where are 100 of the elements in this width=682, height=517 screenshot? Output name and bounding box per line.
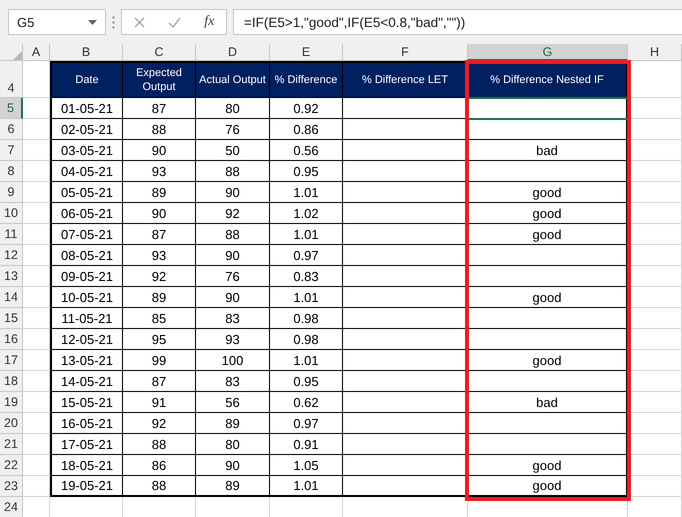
table-cell: 0.86 [270,119,343,140]
table-cell: good [468,203,628,224]
column-header[interactable]: E [270,44,343,61]
table-cell: bad [468,392,628,413]
table-cell: 0.91 [270,434,343,455]
table-cell: 11-05-21 [50,308,123,329]
table-cell: 02-05-21 [50,119,123,140]
table-cell: 03-05-21 [50,140,123,161]
table-cell: 88 [196,224,270,245]
table-cell: 1.01 [270,182,343,203]
table-cell: 90 [123,140,196,161]
column-header[interactable]: C [123,44,196,61]
table-cell: 12-05-21 [50,329,123,350]
table-cell: 76 [196,266,270,287]
table-cell: 0.95 [270,161,343,182]
table-cell: 89 [123,182,196,203]
table-cell: 16-05-21 [50,413,123,434]
table-cell: 83 [196,308,270,329]
row-header[interactable]: 20 [0,413,23,434]
table-cell: 0.97 [270,245,343,266]
row-header[interactable]: 17 [0,350,23,371]
table-cell: 0.98 [270,329,343,350]
row-header[interactable]: 8 [0,161,23,182]
row-header[interactable]: 5 [0,98,23,119]
table-cell: 0.92 [270,98,343,119]
table-cell: good [468,455,628,476]
column-header[interactable]: F [343,44,468,61]
table-cell: 87 [123,224,196,245]
table-cell: 0.83 [270,266,343,287]
cell-reference: G5 [17,14,34,30]
table-cell: 89 [196,476,270,497]
table-cell: 0.56 [270,140,343,161]
table-cell: 0.98 [270,308,343,329]
row-header[interactable]: 15 [0,308,23,329]
table-cell: 92 [123,413,196,434]
insert-function-button[interactable]: fx [204,14,214,30]
table-cell: 13-05-21 [50,350,123,371]
table-cell: good [468,350,628,371]
table-cell: 05-05-21 [50,182,123,203]
row-header[interactable]: 24 [0,497,23,517]
table-cell: 80 [196,434,270,455]
row-header[interactable]: 6 [0,119,23,140]
table-cell: 90 [123,203,196,224]
table-header-cell: Expected Output [123,61,196,98]
table-cell: 06-05-21 [50,203,123,224]
row-header[interactable]: 7 [0,140,23,161]
row-header[interactable]: 14 [0,287,23,308]
row-header[interactable]: 11 [0,224,23,245]
column-header[interactable]: H [628,44,682,61]
table-cell: 08-05-21 [50,245,123,266]
table-cell: 19-05-21 [50,476,123,497]
table-cell: 88 [123,119,196,140]
table-cell: 1.01 [270,224,343,245]
row-header[interactable]: 21 [0,434,23,455]
table-cell: 01-05-21 [50,98,123,119]
table-cell: 93 [196,329,270,350]
table-cell: 85 [123,308,196,329]
row-header[interactable]: 4 [0,61,23,98]
table-cell: 76 [196,119,270,140]
row-header[interactable]: 16 [0,329,23,350]
column-header[interactable]: B [50,44,123,61]
row-header[interactable]: 23 [0,476,23,497]
column-header[interactable]: A [23,44,50,61]
table-header-cell: Actual Output [196,61,270,98]
table-cell: good [468,287,628,308]
table-cell: 99 [123,350,196,371]
column-header[interactable]: G [468,44,628,61]
table-cell: good [468,476,628,497]
table-cell: 92 [123,266,196,287]
table-cell: 04-05-21 [50,161,123,182]
table-cell: 88 [123,476,196,497]
table-cell: 0.97 [270,413,343,434]
table-cell: 83 [196,371,270,392]
formula-field[interactable]: =IF(E5>1,"good",IF(E5<0.8,"bad","")) [233,9,682,35]
table-cell: 90 [196,182,270,203]
name-box[interactable]: G5 [8,9,106,35]
table-cell: 50 [196,140,270,161]
table-cell: 90 [196,455,270,476]
table-cell: 1.01 [270,476,343,497]
table-cell: 89 [196,413,270,434]
table-cell: 95 [123,329,196,350]
table-header-cell: % Difference LET [343,61,468,98]
table-cell: 0.95 [270,371,343,392]
table-cell: 18-05-21 [50,455,123,476]
row-header[interactable]: 10 [0,203,23,224]
row-header[interactable]: 18 [0,371,23,392]
row-header[interactable]: 22 [0,455,23,476]
table-cell: 1.02 [270,203,343,224]
table-cell: 1.01 [270,350,343,371]
table-cell: 56 [196,392,270,413]
table-cell: 93 [123,245,196,266]
row-header[interactable]: 19 [0,392,23,413]
table-cell: 1.05 [270,455,343,476]
row-header[interactable]: 12 [0,245,23,266]
column-header[interactable]: D [196,44,270,61]
table-header-cell: Date [50,61,123,98]
table-cell: 90 [196,245,270,266]
row-header[interactable]: 13 [0,266,23,287]
row-header[interactable]: 9 [0,182,23,203]
table-cell: 07-05-21 [50,224,123,245]
